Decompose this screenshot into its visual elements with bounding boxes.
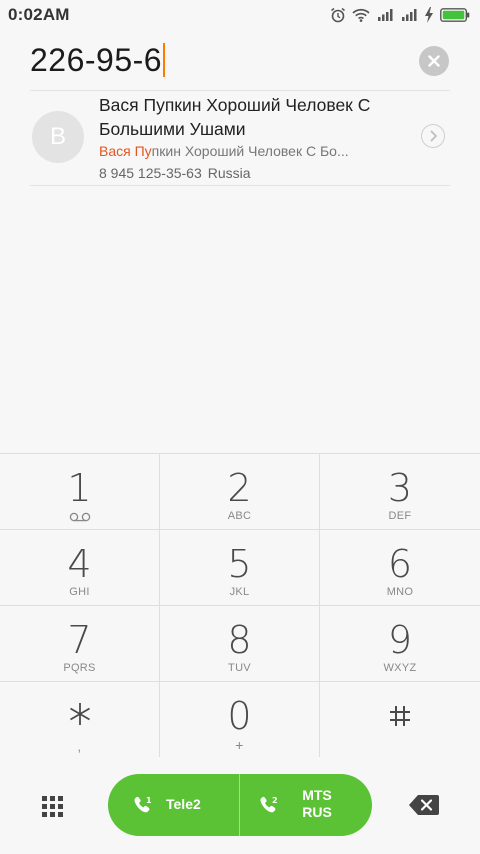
key-digit: 8 <box>227 618 252 662</box>
key-8[interactable]: 8 TUV <box>160 606 320 682</box>
key-digit: 5 <box>227 542 252 586</box>
asterisk-icon <box>0 700 159 728</box>
call-sim2-label-line1: MTS <box>302 787 332 803</box>
call-sim2-label-line2: RUS <box>302 804 332 820</box>
key-2[interactable]: 2 ABC <box>160 454 320 530</box>
call-sim2-label: MTS RUS <box>292 787 342 821</box>
status-icons <box>330 5 470 25</box>
key-digit: 9 <box>387 618 413 662</box>
chevron-right-icon <box>430 130 438 142</box>
dialer-action-bar: 1 Tele2 2 MTS RUS <box>0 757 480 854</box>
call-sim1-button[interactable]: 1 Tele2 <box>108 774 239 836</box>
key-1[interactable]: 1 <box>0 454 160 530</box>
key-digit: 2 <box>227 466 252 510</box>
close-icon <box>428 55 440 67</box>
svg-text:2: 2 <box>272 796 278 805</box>
signal-sim1-icon <box>376 8 394 22</box>
hash-icon <box>320 704 480 728</box>
key-hash[interactable] <box>320 682 480 758</box>
call-button-group: 1 Tele2 2 MTS RUS <box>108 774 372 836</box>
key-6[interactable]: 6 MNO <box>320 530 480 606</box>
call-sim1-label: Tele2 <box>166 796 201 812</box>
key-0[interactable]: 0 + <box>160 682 320 758</box>
phone-sim2-icon: 2 <box>258 794 280 821</box>
battery-icon <box>440 8 470 22</box>
call-sim2-button[interactable]: 2 MTS RUS <box>240 774 371 836</box>
wifi-icon <box>352 8 370 22</box>
key-3[interactable]: 3 DEF <box>320 454 480 530</box>
svg-text:1: 1 <box>146 796 152 805</box>
key-letters: JKL <box>229 586 250 598</box>
phone-sim1-icon: 1 <box>132 794 154 821</box>
contact-region: Russia <box>207 165 251 181</box>
key-4[interactable]: 4 GHI <box>0 530 160 606</box>
charging-icon <box>424 7 434 23</box>
status-time: 0:02AM <box>8 5 70 24</box>
dialpad-toggle-icon[interactable] <box>42 796 64 818</box>
match-highlight: Вася Пу <box>99 143 152 159</box>
key-letters: MNO <box>386 586 414 598</box>
key-letters: ABC <box>227 510 252 522</box>
avatar: В <box>32 111 84 163</box>
key-digit: 6 <box>387 542 413 586</box>
signal-sim2-icon <box>400 8 418 22</box>
key-digit: 1 <box>67 466 92 510</box>
key-letters: TUV <box>228 662 251 674</box>
contact-suggestion[interactable]: В Вася Пупкин Хороший Человек С Большими… <box>30 90 450 186</box>
key-digit: 7 <box>67 618 92 662</box>
key-7[interactable]: 7 PQRS <box>0 606 160 682</box>
key-letters: + <box>235 737 244 753</box>
match-rest: пкин Хороший Человек С Бо... <box>151 143 349 159</box>
key-9[interactable]: 9 WXYZ <box>320 606 480 682</box>
key-letters: PQRS <box>63 662 96 674</box>
key-letters: GHI <box>69 586 90 598</box>
key-digit: 3 <box>387 466 413 510</box>
backspace-icon <box>409 795 439 815</box>
backspace-button[interactable] <box>409 794 439 816</box>
contact-name: Вася Пупкин Хороший Человек С Большими У… <box>99 95 371 139</box>
dialed-number-display[interactable]: 226-95-6 <box>30 42 166 79</box>
contact-phone-line: 8 945 125-35-63 Russia <box>99 165 251 181</box>
voicemail-icon <box>0 512 159 522</box>
contact-phone: 8 945 125-35-63 <box>99 165 202 181</box>
clear-number-button[interactable] <box>419 46 449 76</box>
contact-details-button[interactable] <box>421 124 445 148</box>
key-5[interactable]: 5 JKL <box>160 530 320 606</box>
dialed-number-row: 226-95-6 <box>0 34 480 90</box>
key-star[interactable]: , <box>0 682 160 758</box>
status-bar: 0:02AM <box>0 0 480 30</box>
key-letters: WXYZ <box>383 662 417 674</box>
key-letters: DEF <box>388 510 412 522</box>
dialed-number-text: 226-95-6 <box>30 42 163 78</box>
contact-match-text: Вася Пупкин Хороший Человек С Бо... <box>99 143 399 159</box>
dial-keypad: 1 2 ABC 3 DEF 4 GHI 5 JKL 6 MNO 7 PQRS 8… <box>0 453 480 758</box>
key-digit: 0 <box>227 694 252 738</box>
alarm-icon <box>330 7 346 23</box>
key-digit: 4 <box>67 542 92 586</box>
text-caret <box>163 43 166 77</box>
key-letters: , <box>77 739 82 754</box>
